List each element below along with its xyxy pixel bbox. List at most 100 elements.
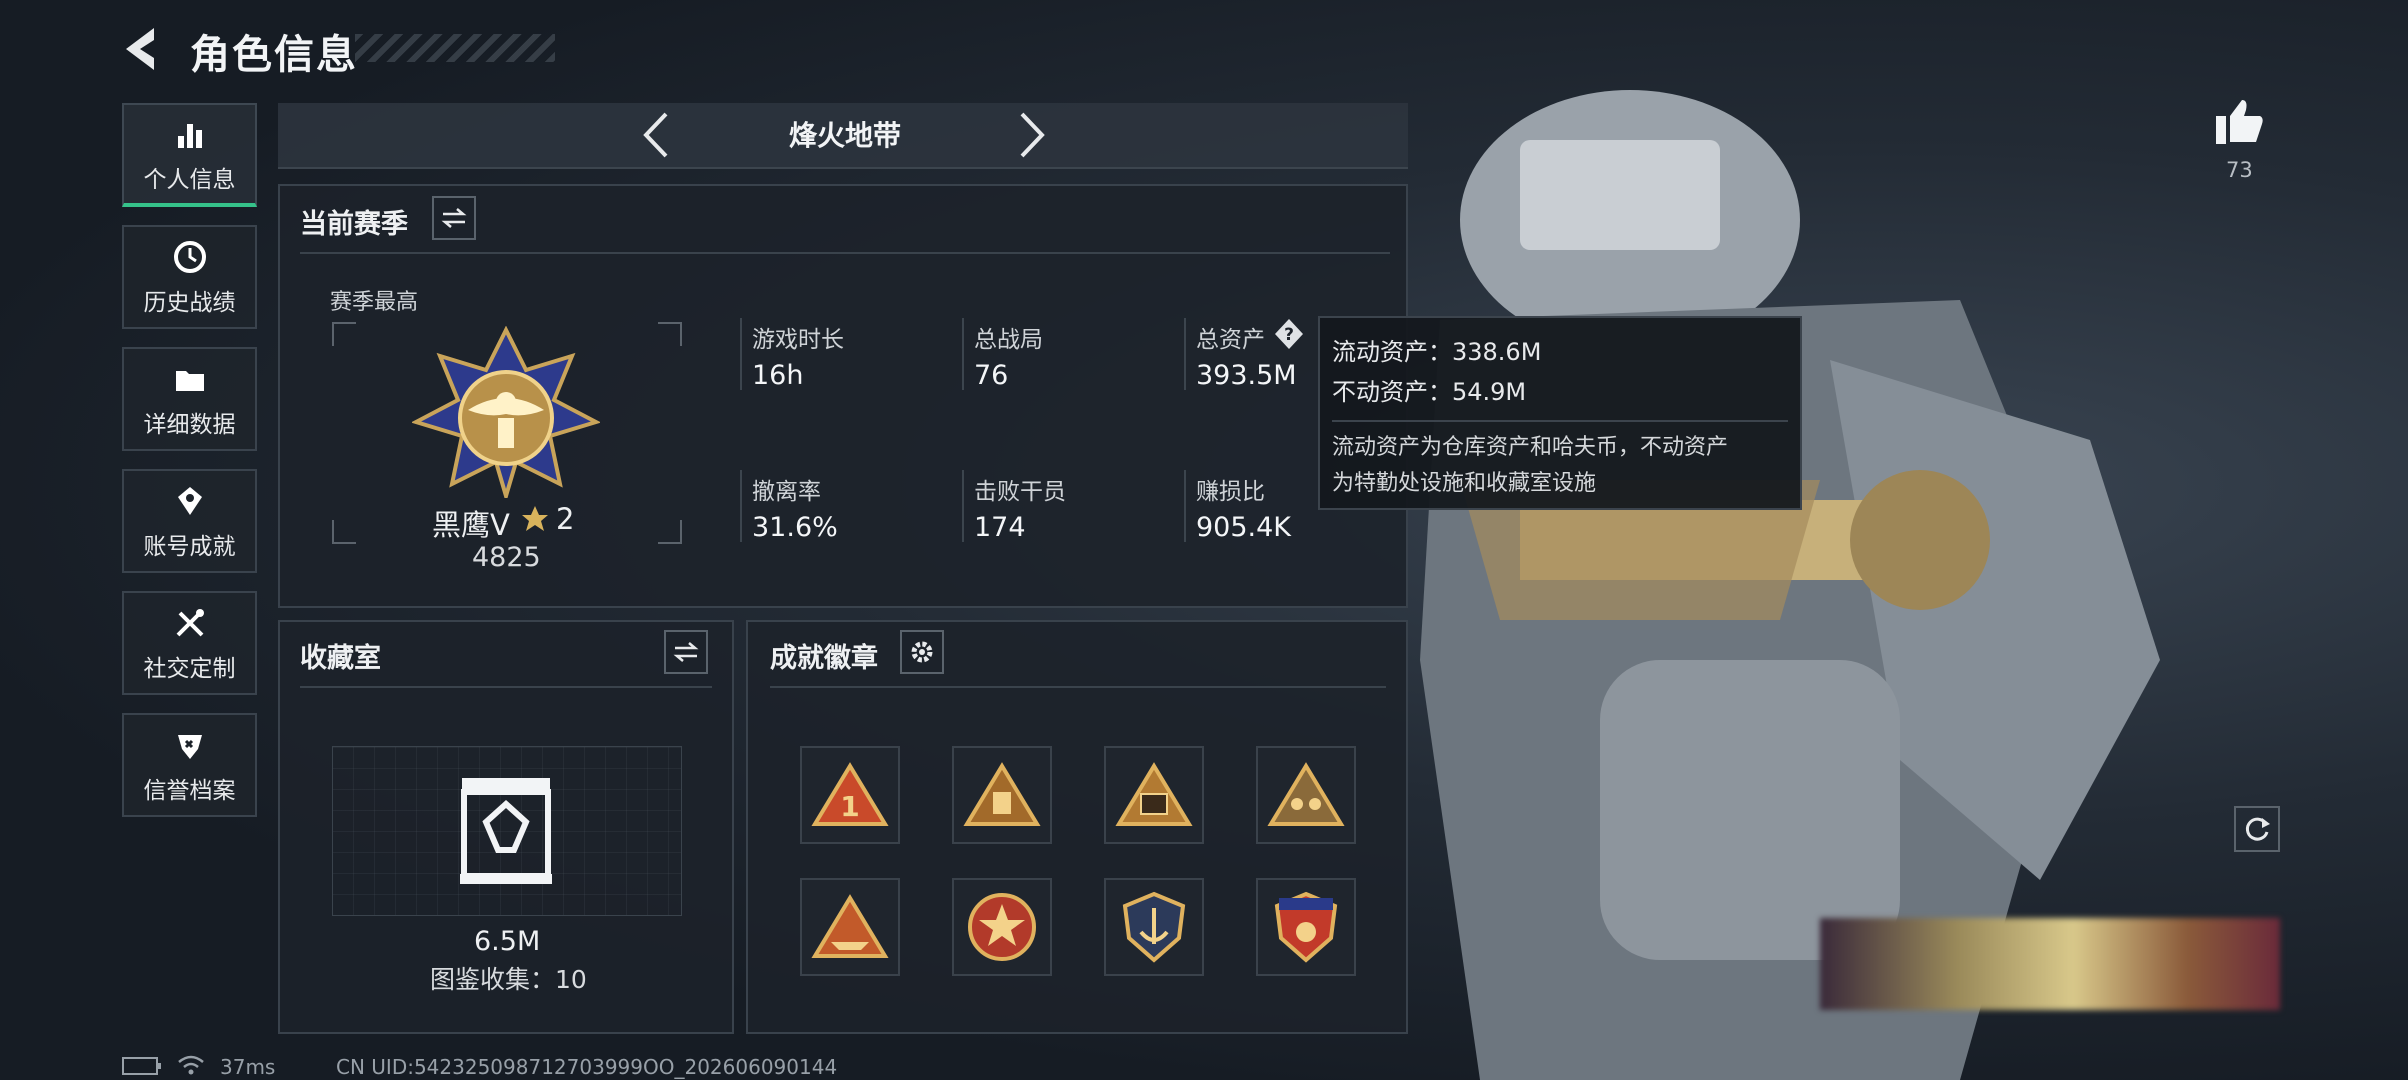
chevron-left-icon[interactable] (640, 110, 672, 160)
player-uid: CN UID:542325098712703999OO_202606090144 (336, 1055, 838, 1079)
stat-separator (962, 470, 964, 542)
stat-separator (740, 318, 742, 390)
badge-slot[interactable] (1104, 878, 1204, 976)
stat-value: 16h (752, 360, 804, 391)
stat-separator (962, 318, 964, 390)
wifi-icon (178, 1055, 204, 1075)
badge-slot[interactable] (1104, 746, 1204, 844)
nav-label: 账号成就 (143, 534, 236, 560)
rank-name: 黑鹰Ⅴ (432, 508, 510, 542)
rank-points: 4825 (472, 542, 541, 573)
nav-item-details[interactable]: 详细数据 (122, 347, 257, 451)
tooltip-desc-line: 流动资产为仓库资产和哈夫币，不动资产 (1332, 435, 1729, 460)
rank-emblem-icon (412, 326, 600, 498)
help-icon[interactable]: ? (1274, 318, 1304, 350)
tools-icon (176, 609, 204, 637)
mode-label: 烽火地带 (788, 119, 901, 152)
folder-icon (175, 371, 204, 391)
vault-icon (460, 778, 552, 884)
chevron-right-icon[interactable] (1016, 110, 1048, 160)
swap-icon (441, 208, 467, 228)
nav-label: 个人信息 (143, 167, 236, 193)
stat-value: 174 (974, 512, 1026, 543)
rotate-model-button[interactable] (2234, 806, 2280, 852)
svg-text:?: ? (1284, 325, 1294, 345)
stat-label: 撤离率 (752, 479, 821, 505)
like-count: 73 (2226, 158, 2253, 182)
stat-value: 905.4K (1196, 512, 1292, 543)
divider (300, 252, 1390, 254)
stat-label: 赚损比 (1196, 479, 1265, 505)
page-title: 角色信息 (190, 32, 358, 78)
frame-corner (332, 322, 356, 346)
nav-item-history[interactable]: 历史战绩 (122, 225, 257, 329)
bar-chart-icon (177, 124, 202, 148)
badge-slot[interactable] (800, 878, 900, 976)
badge-triangle-gold-icon (963, 762, 1041, 826)
divider (300, 686, 712, 688)
nav-label: 社交定制 (143, 656, 236, 682)
star-icon (522, 506, 548, 531)
badge-slot[interactable]: 1 (800, 746, 900, 844)
stat-separator (1184, 318, 1186, 390)
stat-value: 393.5M (1196, 360, 1297, 391)
nav-label: 历史战绩 (143, 290, 236, 316)
frame-corner (658, 520, 682, 544)
refresh-icon (2245, 817, 2270, 841)
season-best-label: 赛季最高 (330, 290, 419, 315)
gear-icon (911, 641, 933, 663)
divider (770, 686, 1386, 688)
swap-season-button[interactable] (432, 196, 476, 240)
badge-triangle-boat-icon (811, 894, 889, 958)
title-decoration (355, 34, 555, 62)
thumbs-up-icon[interactable] (2214, 96, 2266, 146)
collection-count: 图鉴收集：10 (430, 965, 587, 994)
clock-icon (173, 241, 206, 273)
nav-label: 详细数据 (143, 412, 236, 438)
frame-corner (332, 520, 356, 544)
nav-item-achievements[interactable]: 账号成就 (122, 469, 257, 573)
badge-shield-stars-icon (1274, 891, 1338, 963)
badge-triangle-squad-icon (1267, 762, 1345, 826)
shield-icon (177, 735, 202, 759)
badge-shield-anchor-icon (1122, 891, 1186, 963)
back-arrow-icon[interactable] (118, 24, 168, 74)
stat-separator (1184, 470, 1186, 542)
swap-icon (673, 642, 699, 662)
stat-label: 总战局 (974, 327, 1043, 353)
tooltip-desc-line: 为特勤处设施和收藏室设施 (1332, 471, 1597, 496)
asset-tooltip: 流动资产：338.6M 不动资产：54.9M 流动资产为仓库资产和哈夫币，不动资… (1318, 316, 1802, 510)
stat-label: 击败干员 (974, 479, 1066, 505)
collection-value: 6.5M (474, 926, 541, 957)
ping-value: 37ms (220, 1055, 276, 1079)
stat-separator (740, 470, 742, 542)
badges-title: 成就徽章 (770, 643, 878, 674)
swap-collection-button[interactable] (664, 630, 708, 674)
collection-title: 收藏室 (300, 643, 381, 674)
nav-item-credit[interactable]: 信誉档案 (122, 713, 257, 817)
badge-triangle-crate-icon (1115, 762, 1193, 826)
trophy-icon (177, 487, 202, 515)
badge-slot[interactable] (1256, 746, 1356, 844)
rank-stars: 2 (556, 502, 575, 536)
badge-slot[interactable] (1256, 878, 1356, 976)
liquid-assets: 流动资产：338.6M (1332, 338, 1542, 366)
svg-text:1: 1 (840, 790, 859, 823)
badge-settings-button[interactable] (900, 630, 944, 674)
season-title: 当前赛季 (300, 209, 408, 240)
stat-label: 总资产 (1196, 327, 1265, 353)
fixed-assets: 不动资产：54.9M (1332, 378, 1527, 406)
badge-slot[interactable] (952, 746, 1052, 844)
nav-item-profile[interactable]: 个人信息 (122, 103, 257, 207)
badge-triangle-one-icon: 1 (811, 762, 889, 826)
tooltip-description: 流动资产为仓库资产和哈夫币，不动资产 为特勤处设施和收藏室设施 (1332, 420, 1788, 502)
nav-label: 信誉档案 (143, 778, 236, 804)
player-nameplate (1820, 918, 2280, 1010)
frame-corner (658, 322, 682, 346)
stat-value: 31.6% (752, 512, 838, 543)
badge-star-medal-icon (968, 893, 1036, 961)
nav-item-social[interactable]: 社交定制 (122, 591, 257, 695)
badge-slot[interactable] (952, 878, 1052, 976)
stat-label: 游戏时长 (752, 327, 844, 353)
stat-value: 76 (974, 360, 1009, 391)
